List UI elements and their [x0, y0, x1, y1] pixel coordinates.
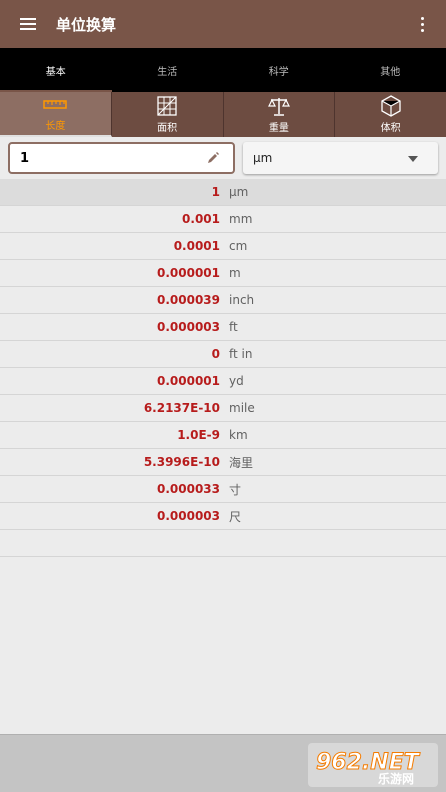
pencil-icon[interactable]	[206, 151, 220, 165]
tab-length[interactable]: 长度	[0, 92, 112, 137]
list-item[interactable]: 0 ft in	[0, 341, 446, 368]
value-input[interactable]	[8, 142, 235, 174]
unit-dropdown-value: μm	[253, 151, 273, 165]
watermark-logo-icon: 962.NET 乐游网	[308, 743, 438, 787]
scale-icon	[267, 98, 290, 116]
list-item[interactable]: 0.000003 尺	[0, 503, 446, 530]
tab-weight[interactable]: 重量	[223, 92, 336, 137]
list-item[interactable]: 0.000001 m	[0, 260, 446, 287]
more-options-button[interactable]	[410, 12, 434, 36]
tab-science[interactable]: 科学	[223, 48, 335, 92]
list-item-empty	[0, 530, 446, 557]
list-item[interactable]: 0.0001 cm	[0, 233, 446, 260]
list-item[interactable]: 0.001 mm	[0, 206, 446, 233]
list-item[interactable]: 1.0E-9 km	[0, 422, 446, 449]
tab-other[interactable]: 其他	[335, 48, 446, 92]
app-bar: 单位换算	[0, 0, 446, 48]
list-item[interactable]: 0.000039 inch	[0, 287, 446, 314]
tab-volume[interactable]: 体积	[335, 92, 446, 137]
app-title: 单位换算	[56, 15, 117, 34]
list-item[interactable]: 1 μm	[0, 179, 446, 206]
list-item[interactable]: 5.3996E-10 海里	[0, 449, 446, 476]
hamburger-menu-button[interactable]	[0, 0, 56, 48]
list-item[interactable]: 0.000001 yd	[0, 368, 446, 395]
svg-text:乐游网: 乐游网	[378, 771, 414, 786]
tab-basic[interactable]: 基本	[0, 48, 112, 92]
list-item[interactable]: 6.2137E-10 mile	[0, 395, 446, 422]
tab-life[interactable]: 生活	[112, 48, 224, 92]
bottom-bar: 962.NET 乐游网	[0, 734, 446, 792]
input-row: μm	[0, 137, 446, 179]
ruler-icon	[43, 100, 68, 109]
tab-area[interactable]: 面积	[111, 92, 224, 137]
list-item[interactable]: 0.000003 ft	[0, 314, 446, 341]
more-vert-icon	[420, 16, 424, 20]
area-grid-icon	[157, 96, 177, 116]
cube-icon	[380, 95, 401, 117]
dropdown-arrow-icon	[408, 156, 418, 162]
category-tabs: 基本 生活 科学 其他	[0, 48, 446, 92]
unit-type-tabs: 长度 面积 重量 体积	[0, 92, 446, 137]
unit-dropdown[interactable]: μm	[243, 142, 438, 174]
list-item[interactable]: 0.000033 寸	[0, 476, 446, 503]
hamburger-menu-icon	[20, 18, 36, 30]
conversion-results-list: 1 μm 0.001 mm 0.0001 cm 0.000001 m 0.000039 i…	[0, 179, 446, 557]
